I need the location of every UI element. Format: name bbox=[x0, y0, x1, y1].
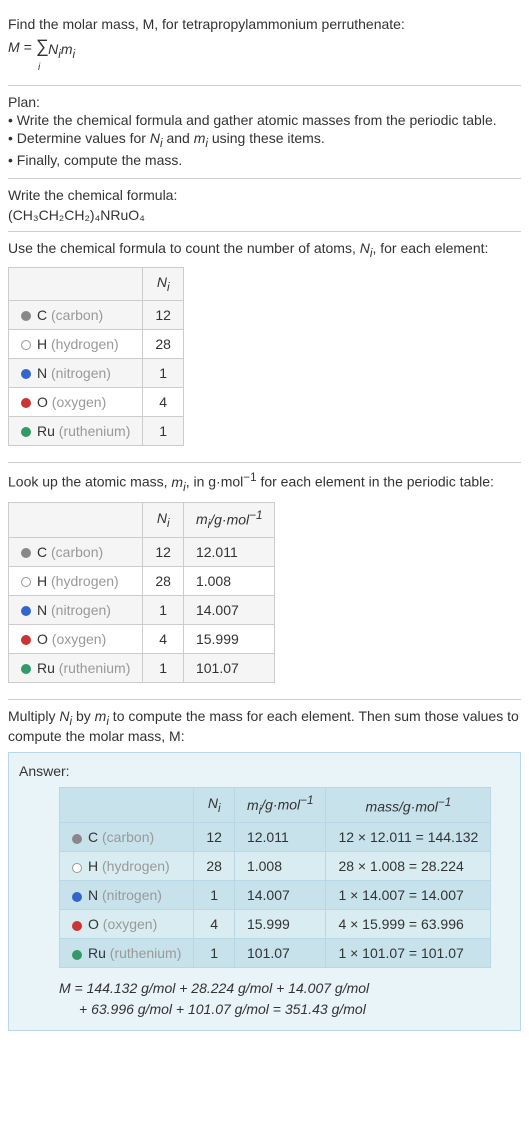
plan-section: Plan: • Write the chemical formula and g… bbox=[8, 86, 521, 179]
mass-heading: Look up the atomic mass, mi, in g·mol−1 … bbox=[8, 471, 521, 493]
table-row: H (hydrogen) 28 bbox=[9, 330, 184, 359]
answer-box: Answer: Ni mi/g·mol−1 mass/g·mol−1 C (ca… bbox=[8, 752, 521, 1031]
table-row: N (nitrogen) 1 14.007 bbox=[9, 596, 275, 625]
plan-heading: Plan: bbox=[8, 94, 521, 110]
table-row: C (carbon) 12 bbox=[9, 301, 184, 330]
table-row: O (oxygen) 4 15.999 4 × 15.999 = 63.996 bbox=[60, 910, 491, 939]
count-heading: Use the chemical formula to count the nu… bbox=[8, 240, 521, 260]
table-row: O (oxygen) 4 bbox=[9, 388, 184, 417]
table-row: Ru (ruthenium) 1 bbox=[9, 417, 184, 446]
plan-item2: • Determine values for Ni and mi using t… bbox=[8, 130, 521, 150]
nitrogen-dot-icon bbox=[21, 606, 31, 616]
answer-table: Ni mi/g·mol−1 mass/g·mol−1 C (carbon) 12… bbox=[59, 787, 491, 968]
carbon-dot-icon bbox=[21, 548, 31, 558]
answer-label: Answer: bbox=[19, 763, 510, 779]
hydrogen-dot-icon bbox=[72, 863, 82, 873]
chem-formula-heading: Write the chemical formula: bbox=[8, 187, 521, 203]
table-header: Ni mi/g·mol−1 bbox=[9, 502, 275, 537]
table-row: H (hydrogen) 28 1.008 28 × 1.008 = 28.22… bbox=[60, 852, 491, 881]
multiply-heading: Multiply Ni by mi to compute the mass fo… bbox=[8, 708, 521, 744]
ruthenium-dot-icon bbox=[72, 950, 82, 960]
table-row: N (nitrogen) 1 14.007 1 × 14.007 = 14.00… bbox=[60, 881, 491, 910]
oxygen-dot-icon bbox=[21, 398, 31, 408]
col-mass: mass/g·mol−1 bbox=[326, 787, 491, 822]
col-n: Ni bbox=[194, 787, 235, 822]
count-section: Use the chemical formula to count the nu… bbox=[8, 232, 521, 464]
chem-formula-section: Write the chemical formula: (CH₃CH₂CH₂)₄… bbox=[8, 179, 521, 232]
chem-formula-value: (CH₃CH₂CH₂)₄NRuO₄ bbox=[8, 207, 521, 223]
multiply-section: Multiply Ni by mi to compute the mass fo… bbox=[8, 700, 521, 1031]
plan-item3: • Finally, compute the mass. bbox=[8, 152, 521, 168]
final-line2: + 63.996 g/mol + 101.07 g/mol = 351.43 g… bbox=[59, 999, 510, 1020]
table-row: O (oxygen) 4 15.999 bbox=[9, 625, 275, 654]
oxygen-dot-icon bbox=[21, 635, 31, 645]
intro-line1: Find the molar mass, M, for tetrapropyla… bbox=[8, 16, 521, 32]
answer-content: Ni mi/g·mol−1 mass/g·mol−1 C (carbon) 12… bbox=[19, 787, 510, 1020]
table-row: Ru (ruthenium) 1 101.07 bbox=[9, 654, 275, 683]
oxygen-dot-icon bbox=[72, 921, 82, 931]
count-table: Ni C (carbon) 12 H (hydrogen) 28 N (nitr… bbox=[8, 267, 184, 446]
table-header: Ni mi/g·mol−1 mass/g·mol−1 bbox=[60, 787, 491, 822]
carbon-dot-icon bbox=[72, 834, 82, 844]
nitrogen-dot-icon bbox=[72, 892, 82, 902]
col-m: mi/g·mol−1 bbox=[183, 502, 274, 537]
table-row: N (nitrogen) 1 bbox=[9, 359, 184, 388]
formula-m: M = bbox=[8, 39, 36, 55]
intro-formula: M = ∑ i Nimi bbox=[8, 36, 521, 77]
mass-section: Look up the atomic mass, mi, in g·mol−1 … bbox=[8, 463, 521, 700]
table-row: H (hydrogen) 28 1.008 bbox=[9, 567, 275, 596]
hydrogen-dot-icon bbox=[21, 577, 31, 587]
col-n: Ni bbox=[143, 502, 184, 537]
ruthenium-dot-icon bbox=[21, 427, 31, 437]
mass-table: Ni mi/g·mol−1 C (carbon) 12 12.011 H (hy… bbox=[8, 502, 275, 683]
table-row: Ru (ruthenium) 1 101.07 1 × 101.07 = 101… bbox=[60, 939, 491, 968]
table-row: C (carbon) 12 12.011 bbox=[9, 538, 275, 567]
table-header: Ni bbox=[9, 268, 184, 301]
hydrogen-dot-icon bbox=[21, 340, 31, 350]
sigma-symbol: ∑ bbox=[36, 36, 49, 56]
plan-item1: • Write the chemical formula and gather … bbox=[8, 112, 521, 128]
intro-section: Find the molar mass, M, for tetrapropyla… bbox=[8, 8, 521, 86]
col-m: mi/g·mol−1 bbox=[234, 787, 325, 822]
formula-rest: Nimi bbox=[48, 41, 75, 57]
final-line1: M = 144.132 g/mol + 28.224 g/mol + 14.00… bbox=[59, 978, 510, 999]
table-row: C (carbon) 12 12.011 12 × 12.011 = 144.1… bbox=[60, 823, 491, 852]
nitrogen-dot-icon bbox=[21, 369, 31, 379]
carbon-dot-icon bbox=[21, 311, 31, 321]
col-n: Ni bbox=[143, 268, 184, 301]
final-equation: M = 144.132 g/mol + 28.224 g/mol + 14.00… bbox=[59, 978, 510, 1020]
ruthenium-dot-icon bbox=[21, 664, 31, 674]
sigma-sub: i bbox=[38, 62, 40, 73]
